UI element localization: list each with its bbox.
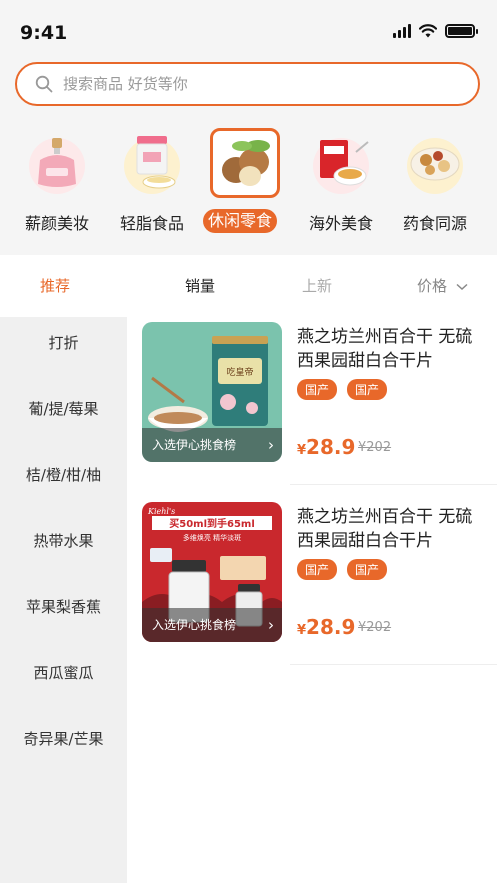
signal-icon bbox=[393, 24, 411, 38]
sidebar-item-kiwi-mango[interactable]: 奇异果/芒果 bbox=[0, 728, 127, 749]
tab-recommended[interactable]: 推荐 bbox=[40, 275, 70, 296]
sidebar-item-apple-pear-banana[interactable]: 苹果梨香蕉 bbox=[0, 596, 127, 617]
product-price: ¥28.9 bbox=[297, 615, 355, 639]
sidebar-item-grapes-berries[interactable]: 葡/提/莓果 bbox=[0, 398, 127, 419]
category-sidebar: 打折 葡/提/莓果 桔/橙/柑/柚 热带水果 苹果梨香蕉 西瓜蜜瓜 奇异果/芒果 bbox=[0, 317, 127, 883]
product-card[interactable]: Kiehl's 买50ml到手65ml 多维焕亮 精华淡斑 入选伊心挑食榜 › … bbox=[127, 497, 497, 677]
category-light-food[interactable]: 轻脂食品 bbox=[105, 125, 195, 240]
chevron-right-icon: › bbox=[268, 616, 274, 634]
category-row: 薪颜美妆 轻脂食品 休闲零食 海外美食 药食同源 bbox=[0, 125, 497, 245]
price-value: 28.9 bbox=[306, 615, 356, 639]
divider bbox=[290, 664, 497, 665]
wifi-icon bbox=[419, 24, 437, 38]
search-input[interactable] bbox=[63, 75, 443, 93]
currency-symbol: ¥ bbox=[297, 443, 307, 458]
category-overseas-food[interactable]: 海外美食 bbox=[294, 125, 384, 240]
search-icon bbox=[35, 75, 53, 93]
promo-sub: 多维焕亮 精华淡斑 bbox=[183, 533, 241, 542]
original-price: ¥202 bbox=[358, 440, 392, 455]
sidebar-item-melons[interactable]: 西瓜蜜瓜 bbox=[0, 662, 127, 683]
herbal-bowl-icon bbox=[400, 128, 470, 198]
origin-tag: 国产 bbox=[347, 559, 388, 580]
sidebar-item-discount[interactable]: 打折 bbox=[0, 332, 127, 353]
product-image[interactable]: Kiehl's 买50ml到手65ml 多维焕亮 精华淡斑 入选伊心挑食榜 › bbox=[142, 502, 282, 642]
brand-text: Kiehl's bbox=[147, 507, 175, 516]
category-label: 休闲零食 bbox=[203, 209, 277, 233]
tab-new[interactable]: 上新 bbox=[302, 275, 332, 296]
divider bbox=[290, 484, 497, 485]
sort-tabs: 推荐 销量 上新 价格 bbox=[0, 255, 497, 317]
category-label: 轻脂食品 bbox=[119, 214, 184, 233]
banner-text: 入选伊心挑食榜 bbox=[152, 438, 237, 452]
category-label: 海外美食 bbox=[308, 214, 373, 233]
price-value: 28.9 bbox=[306, 435, 356, 459]
status-bar: 9:41 bbox=[0, 0, 497, 62]
category-snacks[interactable]: 休闲零食 bbox=[198, 125, 288, 240]
product-tags: 国产 国产 bbox=[297, 559, 388, 580]
sidebar-item-tropical[interactable]: 热带水果 bbox=[0, 530, 127, 551]
product-list: 吃皇帝 入选伊心挑食榜 › 燕之坊兰州百合干 无硫西果园甜白合干片 国产 国产 … bbox=[127, 317, 497, 883]
original-price: ¥202 bbox=[358, 620, 392, 635]
protein-jar-icon bbox=[117, 128, 187, 198]
perfume-icon bbox=[22, 128, 92, 198]
product-banner: 入选伊心挑食榜 › bbox=[142, 608, 282, 642]
status-icons bbox=[393, 24, 478, 38]
tab-price[interactable]: 价格 bbox=[417, 275, 468, 296]
chevron-down-icon bbox=[456, 283, 468, 291]
search-bar[interactable] bbox=[15, 62, 480, 106]
product-tags: 国产 国产 bbox=[297, 379, 388, 400]
currency-symbol: ¥ bbox=[297, 623, 307, 638]
product-image[interactable]: 吃皇帝 入选伊心挑食榜 › bbox=[142, 322, 282, 462]
product-card[interactable]: 吃皇帝 入选伊心挑食榜 › 燕之坊兰州百合干 无硫西果园甜白合干片 国产 国产 … bbox=[127, 317, 497, 497]
tab-price-label: 价格 bbox=[417, 277, 448, 295]
status-time: 9:41 bbox=[20, 22, 68, 44]
product-banner: 入选伊心挑食榜 › bbox=[142, 428, 282, 462]
chevron-right-icon: › bbox=[268, 436, 274, 454]
sidebar-item-citrus[interactable]: 桔/橙/柑/柚 bbox=[0, 464, 127, 485]
cereal-box-icon bbox=[306, 128, 376, 198]
category-herbal[interactable]: 药食同源 bbox=[388, 125, 478, 240]
product-price: ¥28.9 bbox=[297, 435, 355, 459]
product-title[interactable]: 燕之坊兰州百合干 无硫西果园甜白合干片 bbox=[297, 325, 487, 373]
product-title[interactable]: 燕之坊兰州百合干 无硫西果园甜白合干片 bbox=[297, 505, 487, 553]
origin-tag: 国产 bbox=[347, 379, 388, 400]
category-label: 药食同源 bbox=[402, 214, 467, 233]
origin-tag: 国产 bbox=[297, 559, 338, 580]
jar-label-text: 吃皇帝 bbox=[226, 366, 253, 378]
promo-headline: 买50ml到手65ml bbox=[169, 517, 255, 530]
banner-text: 入选伊心挑食榜 bbox=[152, 618, 237, 632]
category-label: 薪颜美妆 bbox=[24, 214, 89, 233]
battery-icon bbox=[445, 24, 478, 38]
origin-tag: 国产 bbox=[297, 379, 338, 400]
tab-sales[interactable]: 销量 bbox=[185, 275, 215, 296]
nuts-icon bbox=[210, 128, 280, 198]
category-makeup[interactable]: 薪颜美妆 bbox=[10, 125, 100, 240]
